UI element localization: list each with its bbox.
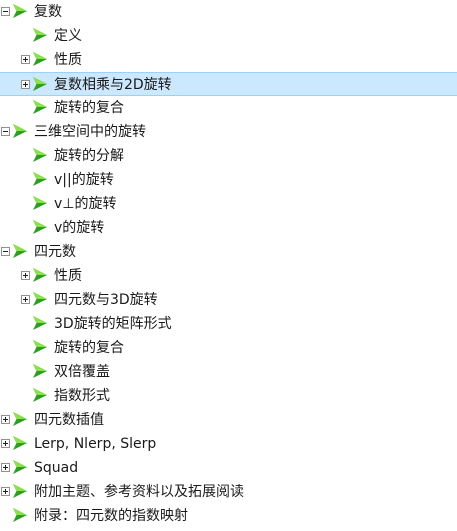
bookmark-label: v||的旋转	[54, 172, 114, 188]
bookmark-icon	[13, 412, 27, 426]
bookmark-item-squad[interactable]: Squad	[0, 456, 457, 480]
expand-toggle[interactable]	[21, 55, 30, 64]
bookmark-item-lerp-nlerp-slerp[interactable]: Lerp, Nlerp, Slerp	[0, 432, 457, 456]
bookmark-icon	[33, 148, 47, 162]
bookmark-label: 双倍覆盖	[54, 364, 110, 380]
bookmark-icon	[33, 364, 47, 378]
bookmark-label: 复数相乘与2D旋转	[54, 77, 172, 93]
bookmark-item-xuanzhuan-fuhe-2[interactable]: 旋转的复合	[0, 336, 457, 360]
expand-toggle[interactable]	[1, 439, 10, 448]
bookmark-item-fulu[interactable]: 附录：四元数的指数映射	[0, 504, 457, 528]
bookmark-icon	[33, 292, 47, 306]
bookmark-label: 旋转的复合	[54, 340, 124, 356]
bookmark-item-fushu-xiangcheng-2d-xuanzhuan[interactable]: 复数相乘与2D旋转	[0, 72, 457, 96]
bookmark-icon	[33, 340, 47, 354]
bookmark-item-dingyi[interactable]: 定义	[0, 24, 457, 48]
bookmark-item-xuanzhuan-fenjie[interactable]: 旋转的分解	[0, 144, 457, 168]
bookmark-icon	[33, 77, 47, 91]
bookmark-icon	[13, 244, 27, 258]
bookmark-label: 性质	[54, 268, 82, 284]
bookmark-item-siyuanshu-chazhi[interactable]: 四元数插值	[0, 408, 457, 432]
expand-toggle[interactable]	[1, 463, 10, 472]
bookmark-label: 性质	[54, 52, 82, 68]
expand-toggle[interactable]	[1, 487, 10, 496]
bookmark-icon	[33, 28, 47, 42]
bookmark-icon	[13, 508, 27, 522]
bookmark-icon	[33, 100, 47, 114]
bookmark-icon	[13, 460, 27, 474]
bookmark-item-xingzhi[interactable]: 性质	[0, 48, 457, 72]
expand-toggle[interactable]	[21, 80, 30, 89]
bookmark-label: 定义	[54, 28, 82, 44]
bookmark-label: 三维空间中的旋转	[34, 124, 146, 140]
bookmark-label: 复数	[34, 4, 62, 20]
bookmark-icon	[33, 220, 47, 234]
bookmark-icon	[33, 316, 47, 330]
bookmark-icon	[33, 196, 47, 210]
bookmark-label: v的旋转	[54, 220, 105, 236]
bookmark-icon	[33, 268, 47, 282]
bookmark-label: 旋转的复合	[54, 100, 124, 116]
bookmark-item-shuangbei-fugai[interactable]: 双倍覆盖	[0, 360, 457, 384]
bookmark-label: 四元数	[34, 244, 76, 260]
bookmark-icon	[33, 388, 47, 402]
bookmark-item-3d-juzhen-xingshi[interactable]: 3D旋转的矩阵形式	[0, 312, 457, 336]
expand-toggle[interactable]	[21, 295, 30, 304]
bookmark-label: 旋转的分解	[54, 148, 124, 164]
bookmark-item-siyuanshu[interactable]: 四元数	[0, 240, 457, 264]
bookmark-item-zhishu-xingshi[interactable]: 指数形式	[0, 384, 457, 408]
bookmark-icon	[13, 4, 27, 18]
collapse-toggle[interactable]	[1, 7, 10, 16]
bookmark-item-siyuanshu-3d-xuanzhuan[interactable]: 四元数与3D旋转	[0, 288, 457, 312]
bookmark-item-v-parallel[interactable]: v||的旋转	[0, 168, 457, 192]
expand-toggle[interactable]	[1, 415, 10, 424]
bookmark-item-fushu[interactable]: 复数	[0, 0, 457, 24]
bookmark-item-siyuanshu-xingzhi[interactable]: 性质	[0, 264, 457, 288]
bookmark-item-xuanzhuan-fuhe[interactable]: 旋转的复合	[0, 96, 457, 120]
collapse-toggle[interactable]	[1, 127, 10, 136]
bookmark-item-fujia-zhuti[interactable]: 附加主题、参考资料以及拓展阅读	[0, 480, 457, 504]
bookmark-label: 四元数插值	[34, 412, 104, 428]
bookmark-item-v-perp[interactable]: v⊥的旋转	[0, 192, 457, 216]
bookmark-label: 附录：四元数的指数映射	[34, 508, 188, 524]
bookmark-label: 四元数与3D旋转	[54, 292, 158, 308]
expand-toggle[interactable]	[21, 271, 30, 280]
bookmark-icon	[33, 172, 47, 186]
bookmark-item-sanwei-kongjian-xuanzhuan[interactable]: 三维空间中的旋转	[0, 120, 457, 144]
bookmark-icon	[13, 124, 27, 138]
bookmark-label: v⊥的旋转	[54, 196, 117, 212]
collapse-toggle[interactable]	[1, 247, 10, 256]
bookmark-icon	[13, 436, 27, 450]
bookmark-icon	[33, 52, 47, 66]
bookmark-item-v-xuanzhuan[interactable]: v的旋转	[0, 216, 457, 240]
bookmark-label: 指数形式	[54, 388, 110, 404]
bookmarks-tree: 复数 定义 性质 复数相乘与2D旋转 旋转的复合 三维空间中的旋转 旋转的分解 …	[0, 0, 457, 531]
bookmark-label: Lerp, Nlerp, Slerp	[34, 436, 157, 452]
bookmark-label: Squad	[34, 460, 79, 476]
bookmark-label: 3D旋转的矩阵形式	[54, 316, 172, 332]
bookmark-icon	[13, 484, 27, 498]
bookmark-label: 附加主题、参考资料以及拓展阅读	[34, 484, 244, 500]
